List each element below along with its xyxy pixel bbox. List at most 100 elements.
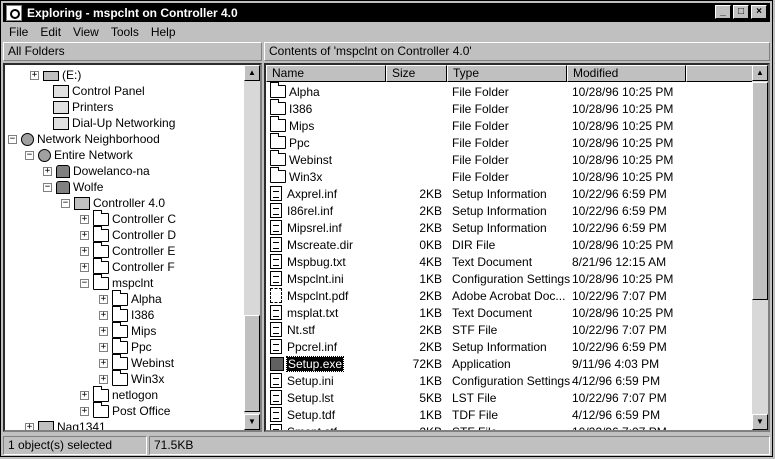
file-name: Smspt.stf (287, 424, 338, 432)
expand-icon[interactable]: + (80, 246, 89, 256)
collapse-icon[interactable]: − (61, 198, 70, 208)
contents-header: Contents of 'mspclnt on Controller 4.0' (264, 42, 770, 61)
tree-item[interactable]: + Alpha (99, 289, 162, 307)
tree-item[interactable]: − Wolfe (43, 179, 103, 195)
close-button[interactable]: × (751, 5, 767, 19)
file-row[interactable]: Webinst File Folder 10/28/96 10:25 PM (266, 150, 754, 168)
tree-item[interactable]: Control Panel (40, 83, 145, 99)
menu-help[interactable]: Help (151, 25, 176, 39)
expand-icon[interactable]: + (99, 326, 108, 336)
menu-edit[interactable]: Edit (40, 25, 61, 39)
tree-item[interactable]: Dial-Up Networking (40, 115, 175, 131)
file-row[interactable]: Mipsrel.inf 2KB Setup Information 10/22/96 … (266, 219, 754, 236)
text-file-icon (270, 305, 282, 320)
file-modified: 10/28/96 10:25 PM (572, 119, 674, 133)
file-row[interactable]: Mspbug.txt 4KB Text Document 8/21/96 12:15 … (266, 253, 754, 270)
tree-item[interactable]: − Entire Network (25, 147, 133, 163)
expand-icon[interactable]: + (99, 294, 108, 304)
collapse-icon[interactable]: − (43, 182, 52, 192)
collapse-icon[interactable]: − (8, 134, 17, 144)
expand-icon[interactable]: + (80, 406, 89, 416)
file-row[interactable]: Mspclnt.ini 1KB Configuration Settings 10/2… (266, 270, 754, 287)
column-size[interactable]: Size (386, 65, 447, 82)
scroll-up-button[interactable]: ▲ (244, 65, 260, 81)
file-row[interactable]: Mspclnt.pdf 2KB Adobe Acrobat Doc... 10/22/… (266, 287, 754, 304)
file-name: Win3x (289, 169, 323, 184)
tree-item[interactable]: + netlogon (80, 385, 158, 403)
expand-icon[interactable]: + (80, 390, 89, 400)
file-type: File Folder (452, 136, 509, 150)
file-name: Nt.stf (287, 322, 316, 337)
column-name[interactable]: Name (266, 65, 386, 82)
tree-item[interactable]: + Dowelanco-na (43, 163, 150, 179)
menu-view[interactable]: View (73, 25, 99, 39)
file-row[interactable]: Ppc File Folder 10/28/96 10:25 PM (266, 133, 754, 151)
tree-item[interactable]: + Post Office (80, 401, 171, 419)
scroll-down-button[interactable]: ▼ (752, 414, 768, 430)
column-modified[interactable]: Modified (567, 65, 686, 82)
file-row[interactable]: Axprel.inf 2KB Setup Information 10/22/96 6… (266, 185, 754, 202)
file-type: Text Document (452, 255, 533, 269)
scroll-thumb[interactable] (244, 315, 260, 412)
expand-icon[interactable]: + (30, 70, 39, 80)
expand-icon[interactable]: + (80, 262, 89, 272)
folder-open-icon (93, 273, 109, 290)
collapse-icon[interactable]: − (80, 278, 89, 288)
file-row[interactable]: Setup.tdf 1KB TDF File 4/12/96 6:59 PM (266, 406, 754, 423)
tree-scrollbar[interactable]: ▲ ▼ (244, 65, 260, 430)
tree-item[interactable]: + (E:) (30, 67, 81, 83)
file-row[interactable]: msplat.txt 1KB Text Document 10/28/96 10:25… (266, 304, 754, 321)
expand-icon[interactable]: + (80, 214, 89, 224)
file-row[interactable]: Mscreate.dir 0KB DIR File 10/28/96 10:25 PM (266, 236, 754, 253)
file-row[interactable]: I386 File Folder 10/28/96 10:25 PM (266, 99, 754, 117)
scroll-thumb[interactable] (752, 82, 768, 300)
expand-icon[interactable]: + (25, 422, 34, 430)
folder-icon (112, 369, 128, 386)
file-row[interactable]: I86rel.inf 2KB Setup Information 10/22/96 6… (266, 202, 754, 219)
expand-icon[interactable]: + (99, 342, 108, 352)
expand-icon[interactable]: + (43, 166, 52, 176)
tree-item[interactable]: + Win3x (99, 369, 164, 387)
file-row[interactable]: Mips File Folder 10/28/96 10:25 PM (266, 116, 754, 134)
file-type: TDF File (452, 408, 498, 422)
expand-icon[interactable]: + (99, 358, 108, 368)
scroll-up-button[interactable]: ▲ (752, 65, 768, 81)
tree-item[interactable]: Printers (40, 99, 113, 115)
tree-item[interactable]: + Webinst (99, 353, 174, 371)
file-row[interactable]: Alpha File Folder 10/28/96 10:25 PM (266, 82, 754, 100)
tree-item[interactable]: − Controller 4.0 (61, 195, 165, 211)
file-modified: 10/22/96 7:07 PM (572, 289, 667, 303)
file-modified: 10/28/96 10:25 PM (572, 306, 674, 320)
tree-item[interactable]: − Network Neighborhood (8, 131, 160, 147)
expand-icon[interactable]: + (80, 230, 89, 240)
menu-tools[interactable]: Tools (111, 25, 139, 39)
folder-tree[interactable]: + (E:) Control Panel Printers Dial-Up Networ… (3, 63, 262, 432)
file-row[interactable]: Setup.ini 1KB Configuration Settings 4/12/9… (266, 372, 754, 389)
explorer-app-icon[interactable] (6, 4, 22, 21)
tree-item-label: Post Office (112, 404, 171, 418)
tree-item[interactable]: + I386 (99, 305, 154, 323)
file-name: I386 (289, 101, 313, 116)
expand-icon[interactable]: + (99, 374, 108, 384)
file-row[interactable]: Nt.stf 2KB STF File 10/22/96 7:07 PM (266, 321, 754, 338)
maximize-button[interactable]: □ (733, 5, 749, 19)
title-bar[interactable]: Exploring - mspclnt on Controller 4.0 _ … (3, 3, 770, 22)
file-size: 0KB (419, 238, 442, 252)
list-scrollbar[interactable]: ▲ ▼ (752, 65, 768, 430)
collapse-icon[interactable]: − (25, 150, 34, 160)
file-row[interactable]: Smspt.stf 2KB STF File 10/22/96 7:07 PM (266, 423, 754, 432)
file-row[interactable]: Win3x File Folder 10/28/96 10:25 PM (266, 167, 754, 185)
file-type: File Folder (452, 119, 509, 133)
scroll-down-button[interactable]: ▼ (244, 414, 260, 430)
minimize-button[interactable]: _ (715, 5, 731, 19)
tree-item[interactable]: + Ppc (99, 337, 152, 355)
file-row[interactable]: Setup.exe 72KB Application 9/11/96 4:03 PM (266, 355, 754, 372)
menu-file[interactable]: File (9, 25, 28, 39)
column-type[interactable]: Type (447, 65, 567, 82)
tree-item[interactable]: + Nag1341 (25, 419, 106, 430)
file-row[interactable]: Setup.lst 5KB LST File 10/22/96 7:07 PM (266, 389, 754, 406)
file-row[interactable]: Ppcrel.inf 2KB Setup Information 10/22/96 6… (266, 338, 754, 355)
expand-icon[interactable]: + (99, 310, 108, 320)
file-list[interactable]: Name Size Type Modified Alpha File Folder… (264, 63, 770, 432)
tree-item[interactable]: + Mips (99, 321, 156, 339)
